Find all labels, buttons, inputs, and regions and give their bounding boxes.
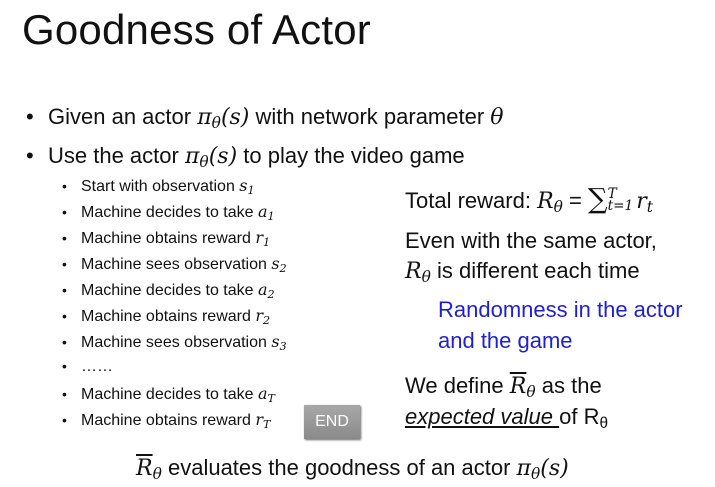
pi-argument: (s) [208, 144, 238, 169]
theta-subscript: θ [199, 152, 209, 171]
randomness-line-1: Randomness in the actor [438, 297, 683, 322]
bullet-text-post: to play the video game [237, 143, 465, 168]
theta-subscript: θ [211, 113, 221, 132]
step-item: • Machine obtains reward r2 [62, 306, 271, 327]
bullet-actor-definition: • Given an actor πθ(s) with network param… [26, 104, 504, 132]
define-line-1: We define Rθ as the [405, 373, 602, 401]
variance-line-2: Rθ is different each time [405, 258, 640, 286]
pi-symbol: π [184, 144, 200, 169]
step-item: • Start with observation s1 [62, 176, 255, 197]
bullet-play-game: • Use the actor πθ(s) to play the video g… [26, 143, 465, 171]
variance-line-1: Even with the same actor, [405, 228, 657, 253]
total-reward-formula: Total reward: Rθ = ∑ Tt=1 rt [405, 183, 653, 216]
pi-symbol: π [197, 105, 212, 130]
bullet-text-post: with network parameter [249, 104, 491, 129]
slide-title: Goodness of Actor [22, 6, 371, 53]
step-item: • Machine sees observation s2 [62, 254, 287, 275]
step-item: • Machine obtains reward rT [62, 410, 271, 431]
bullet-dot: • [26, 104, 34, 129]
theta-symbol: θ [490, 105, 504, 130]
step-item: • Machine decides to take aT [62, 384, 276, 405]
pi-argument: (s) [220, 105, 250, 130]
step-item: •…… [62, 358, 113, 375]
end-badge: END [304, 405, 360, 439]
bullet-text: Use the actor [48, 143, 185, 168]
footer-statement: Rθ evaluates the goodness of an actor πθ… [136, 455, 569, 483]
randomness-line-2: and the game [438, 328, 573, 353]
bullet-text: Given an actor [48, 104, 198, 129]
bullet-dot: • [26, 143, 34, 168]
step-item: • Machine decides to take a1 [62, 202, 275, 223]
step-item: • Machine sees observation s3 [62, 332, 287, 353]
define-line-2: expected value of Rθ [405, 404, 609, 432]
step-item: • Machine decides to take a2 [62, 280, 275, 301]
step-item: • Machine obtains reward r1 [62, 228, 271, 249]
